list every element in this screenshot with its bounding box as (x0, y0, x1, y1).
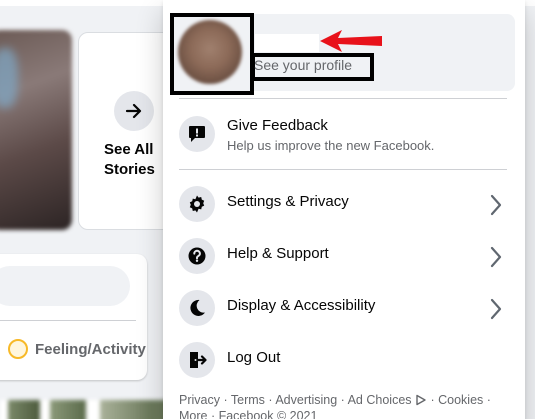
avatar[interactable] (178, 20, 242, 84)
ad-choices-icon (416, 394, 426, 406)
see-your-profile-label[interactable]: See your profile (254, 57, 352, 73)
footer-separator: · (264, 393, 276, 407)
see-all-stories-label[interactable]: See All Stories (104, 140, 164, 180)
story-thumbnail[interactable] (0, 30, 72, 230)
smiley-icon (8, 339, 28, 359)
ad-choices-label: Ad Choices (347, 393, 412, 407)
footer-separator: · (337, 393, 348, 407)
log-out-item[interactable]: Log Out (171, 338, 515, 386)
moon-icon (179, 290, 215, 326)
gear-icon (179, 186, 215, 222)
terms-link[interactable]: Terms (231, 393, 265, 407)
chevron-right-icon (490, 298, 502, 320)
contact-thumbnails[interactable] (0, 400, 170, 419)
cookies-link[interactable]: Cookies (438, 393, 483, 407)
help-support-item[interactable]: Help & Support (171, 234, 515, 282)
display-accessibility-item[interactable]: Display & Accessibility (171, 286, 515, 334)
ad-choices-link[interactable]: Ad Choices (348, 393, 427, 407)
settings-privacy-label: Settings & Privacy (227, 193, 349, 210)
menu-divider (179, 169, 507, 170)
display-accessibility-label: Display & Accessibility (227, 297, 376, 314)
footer-separator: · (483, 393, 491, 407)
menu-divider (179, 98, 507, 99)
more-link[interactable]: More (179, 409, 207, 419)
logout-icon (179, 342, 215, 378)
footer-separator: · (427, 393, 439, 407)
annotation-arrow-icon (320, 30, 382, 52)
copyright-text: Facebook © 2021 (218, 409, 318, 419)
log-out-label: Log Out (227, 349, 281, 366)
composer-divider (0, 320, 136, 321)
footer-separator: · (219, 393, 231, 407)
advertising-link[interactable]: Advertising (275, 393, 337, 407)
arrow-right-icon[interactable] (114, 91, 154, 131)
whats-on-your-mind-input[interactable] (0, 266, 130, 306)
menu-footer: Privacy · Terms · Advertising · Ad Choic… (179, 392, 509, 419)
chevron-right-icon (490, 194, 502, 216)
give-feedback-label: Give Feedback (227, 117, 328, 134)
give-feedback-subtitle: Help us improve the new Facebook. (227, 138, 435, 153)
settings-privacy-item[interactable]: Settings & Privacy (171, 182, 515, 230)
help-support-label: Help & Support (227, 245, 329, 262)
give-feedback-item[interactable]: Give Feedback Help us improve the new Fa… (171, 112, 515, 160)
feeling-activity-button[interactable]: Feeling/Activity (8, 338, 146, 360)
feeling-activity-label: Feeling/Activity (35, 340, 146, 358)
footer-separator: · (207, 409, 219, 419)
profile-name (255, 34, 319, 52)
privacy-link[interactable]: Privacy (179, 393, 220, 407)
feedback-icon (179, 116, 215, 152)
chevron-right-icon (490, 246, 502, 268)
help-icon (179, 238, 215, 274)
